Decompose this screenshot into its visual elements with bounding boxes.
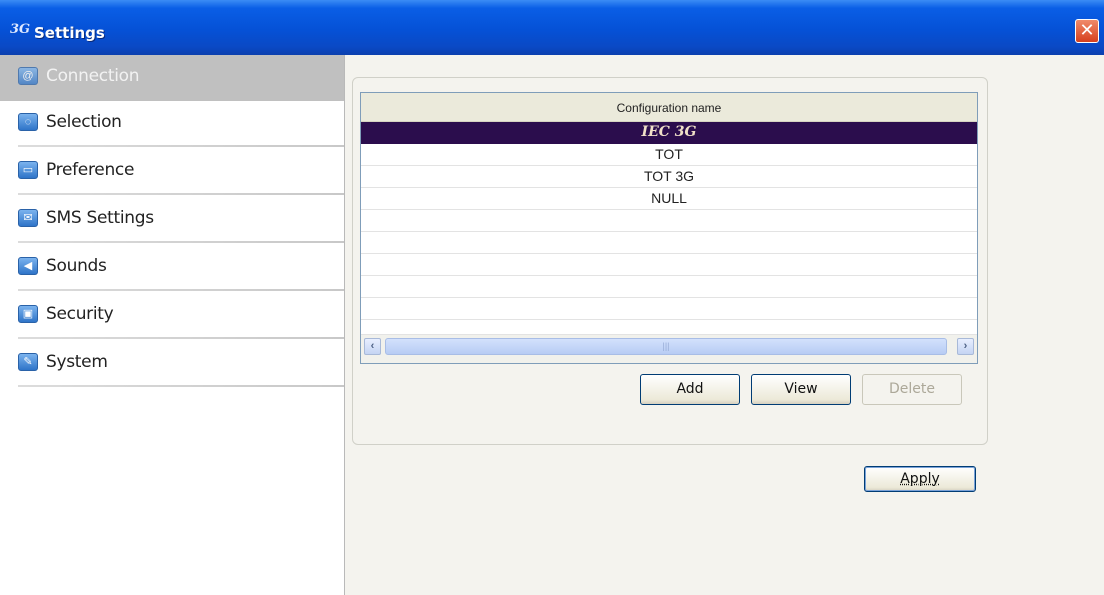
empty-row bbox=[361, 320, 977, 335]
divider bbox=[18, 289, 344, 291]
app-3g-icon: 3G bbox=[10, 22, 31, 37]
sidebar-item-label: SMS Settings bbox=[46, 208, 154, 228]
list-item[interactable]: TOT 3G bbox=[361, 166, 977, 188]
divider bbox=[18, 193, 344, 195]
list-item[interactable]: NULL bbox=[361, 188, 977, 210]
divider bbox=[18, 241, 344, 243]
chevron-right-icon: › bbox=[963, 340, 968, 352]
sidebar-item-preference[interactable]: ▭ Preference bbox=[0, 149, 344, 195]
settings-window: 3G Settings ✕ @ Connection ◌ Selection ▭… bbox=[0, 0, 1104, 595]
sidebar-item-label: System bbox=[46, 352, 108, 372]
system-icon: ✎ bbox=[18, 353, 38, 371]
connection-icon: @ bbox=[18, 67, 38, 85]
add-button[interactable]: Add bbox=[640, 374, 740, 405]
empty-row bbox=[361, 276, 977, 298]
configuration-list[interactable]: Configuration name IEC 3G TOT TOT 3G NUL… bbox=[360, 92, 978, 364]
grip-icon: ||| bbox=[662, 341, 670, 351]
sounds-icon: ◀ bbox=[18, 257, 38, 275]
preference-icon: ▭ bbox=[18, 161, 38, 179]
sidebar-item-system[interactable]: ✎ System bbox=[0, 341, 344, 387]
sidebar-item-label: Connection bbox=[46, 66, 140, 86]
sidebar-item-security[interactable]: ▣ Security bbox=[0, 293, 344, 339]
scroll-right-button[interactable]: › bbox=[957, 338, 974, 355]
list-item[interactable]: TOT bbox=[361, 144, 977, 166]
sidebar-item-sounds[interactable]: ◀ Sounds bbox=[0, 245, 344, 291]
sidebar-item-label: Security bbox=[46, 304, 114, 324]
sidebar-item-label: Sounds bbox=[46, 256, 107, 276]
divider bbox=[18, 337, 344, 339]
empty-row bbox=[361, 232, 977, 254]
sidebar-item-connection[interactable]: @ Connection bbox=[0, 55, 344, 101]
sidebar-item-label: Preference bbox=[46, 160, 135, 180]
empty-row bbox=[361, 298, 977, 320]
delete-button[interactable]: Delete bbox=[862, 374, 962, 405]
sidebar-item-selection[interactable]: ◌ Selection bbox=[0, 101, 344, 147]
sidebar-item-sms-settings[interactable]: ✉ SMS Settings bbox=[0, 197, 344, 243]
scrollbar-thumb[interactable]: ||| bbox=[385, 338, 947, 355]
sidebar-item-label: Selection bbox=[46, 112, 122, 132]
security-icon: ▣ bbox=[18, 305, 38, 323]
horizontal-scrollbar[interactable]: ‹ ||| › bbox=[361, 335, 977, 363]
apply-label: Apply bbox=[900, 471, 940, 487]
empty-row bbox=[361, 254, 977, 276]
close-icon: ✕ bbox=[1079, 20, 1095, 41]
apply-button[interactable]: Apply bbox=[864, 466, 976, 492]
sidebar: @ Connection ◌ Selection ▭ Preference ✉ … bbox=[0, 55, 345, 595]
column-header-configuration-name[interactable]: Configuration name bbox=[361, 93, 977, 122]
sms-icon: ✉ bbox=[18, 209, 38, 227]
view-button[interactable]: View bbox=[751, 374, 851, 405]
close-button[interactable]: ✕ bbox=[1075, 19, 1099, 43]
divider bbox=[18, 145, 344, 147]
divider bbox=[18, 385, 344, 387]
chevron-left-icon: ‹ bbox=[370, 340, 375, 352]
empty-row bbox=[361, 210, 977, 232]
list-item-selected[interactable]: IEC 3G bbox=[361, 122, 977, 144]
window-title: Settings bbox=[34, 24, 105, 42]
title-bar[interactable]: 3G Settings ✕ bbox=[0, 0, 1104, 55]
scroll-left-button[interactable]: ‹ bbox=[364, 338, 381, 355]
selection-icon: ◌ bbox=[18, 113, 38, 131]
